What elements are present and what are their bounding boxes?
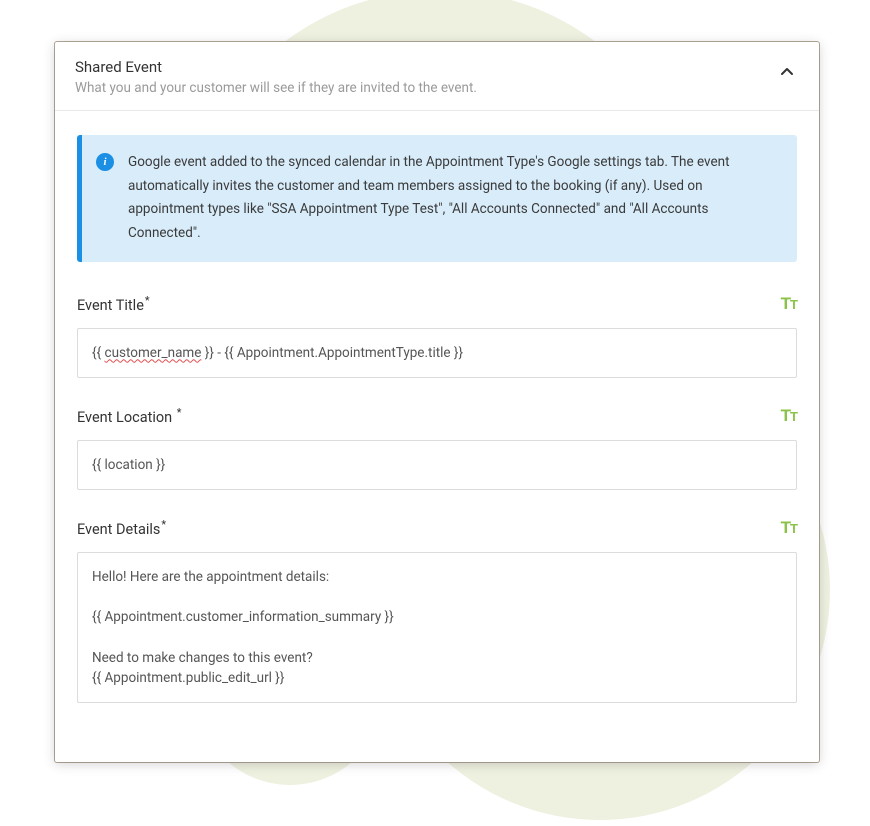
field-event-details: Event Details* TT Hello! Here are the ap…	[77, 518, 797, 704]
event-title-label: Event Title*	[77, 294, 150, 314]
panel-body: i Google event added to the synced calen…	[55, 111, 819, 755]
text-format-icon[interactable]: TT	[781, 518, 797, 538]
panel-header: Shared Event What you and your customer …	[55, 42, 819, 111]
collapse-toggle[interactable]	[775, 60, 799, 84]
event-details-input[interactable]: Hello! Here are the appointment details:…	[77, 552, 797, 704]
event-location-label: Event Location *	[77, 406, 182, 426]
field-event-location: Event Location * TT {{ location }}	[77, 406, 797, 490]
info-icon: i	[96, 153, 114, 171]
field-event-title: Event Title* TT {{ customer_name }} - {{…	[77, 294, 797, 378]
event-title-input[interactable]: {{ customer_name }} - {{ Appointment.App…	[77, 328, 797, 378]
text-format-icon[interactable]: TT	[781, 406, 797, 426]
panel-title: Shared Event	[75, 58, 477, 76]
info-callout: i Google event added to the synced calen…	[77, 135, 797, 262]
field-header: Event Location * TT	[77, 406, 797, 426]
text-format-icon[interactable]: TT	[781, 294, 797, 314]
field-header: Event Title* TT	[77, 294, 797, 314]
panel-header-text: Shared Event What you and your customer …	[75, 58, 477, 96]
info-text: Google event added to the synced calenda…	[128, 151, 779, 246]
shared-event-panel: Shared Event What you and your customer …	[55, 42, 819, 762]
chevron-up-icon	[779, 64, 795, 80]
field-header: Event Details* TT	[77, 518, 797, 538]
event-location-input[interactable]: {{ location }}	[77, 440, 797, 490]
spellcheck-marked-text: customer_name	[105, 345, 202, 361]
panel-subtitle: What you and your customer will see if t…	[75, 80, 477, 96]
event-details-label: Event Details*	[77, 518, 166, 538]
